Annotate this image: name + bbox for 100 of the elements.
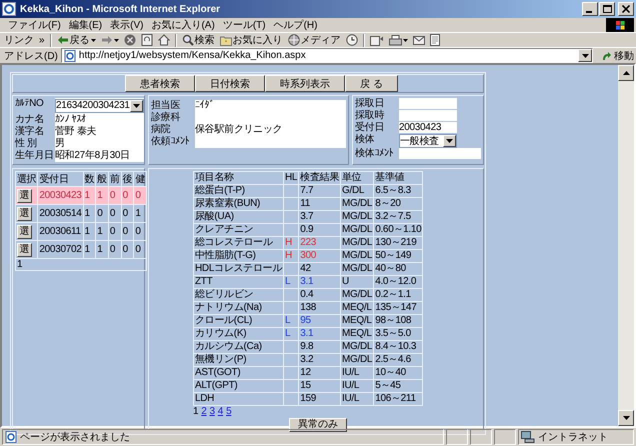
flag-cell [284, 366, 299, 380]
column-header: 選択 [16, 172, 38, 186]
nav-button[interactable]: 戻 る [345, 75, 398, 92]
flag-cell: L [284, 314, 299, 328]
text-field[interactable] [399, 98, 457, 109]
menu-item[interactable]: ツール(T) [218, 18, 270, 32]
abnormal-only-button[interactable]: 異常のみ [289, 418, 347, 432]
table-cell: 0 [108, 222, 122, 240]
nav-button[interactable]: 患者検索 [125, 75, 195, 92]
page-link[interactable]: 2 [201, 406, 207, 417]
text-field[interactable]: ﾆｲﾀﾞ [195, 100, 346, 112]
refresh-button[interactable] [140, 34, 153, 46]
print-button[interactable] [388, 34, 408, 46]
edit-button[interactable] [412, 34, 425, 46]
refresh-icon [140, 34, 153, 46]
field-label: 採取時 [355, 110, 386, 122]
text-field[interactable]: 保谷駅前クリニック [195, 124, 346, 136]
scrollbar[interactable] [618, 65, 634, 426]
search-button[interactable]: 検索 [182, 33, 215, 47]
table-cell: LDH [194, 392, 284, 406]
table-cell: MG/DL [340, 250, 374, 262]
table-cell: G/DL [340, 184, 374, 198]
table-cell: 106～211 [374, 392, 423, 406]
forward-button[interactable] [100, 35, 119, 45]
nav-button[interactable]: 日付検索 [195, 75, 265, 92]
favorites-button[interactable]: お気に入り [220, 33, 283, 47]
menu-item[interactable]: 表示(V) [106, 18, 148, 32]
minimize-button[interactable] [582, 2, 598, 16]
table-cell: クロール(CL) [194, 314, 284, 328]
window-title: Kekka_Kihon - Microsoft Internet Explorer [20, 4, 222, 14]
maximize-button[interactable] [599, 2, 615, 16]
flag-cell [284, 340, 299, 354]
text-field[interactable] [399, 148, 481, 159]
table-cell: 12 [298, 366, 341, 380]
table-cell: MG/DL [340, 236, 374, 250]
table-cell: 138 [298, 302, 341, 314]
status-text: ページが表示されました [20, 430, 130, 444]
menu-item[interactable]: ヘルプ(H) [270, 18, 322, 32]
clock-icon [346, 34, 358, 46]
table-cell: MG/DL [340, 354, 374, 366]
field-label: 生年月日 [15, 150, 55, 162]
page-link[interactable]: 3 [210, 406, 215, 417]
dropdown-button[interactable] [578, 49, 592, 62]
go-button[interactable]: 移動 [602, 48, 634, 62]
specimen-select[interactable]: 一般検査 [399, 134, 457, 148]
table-cell: 1 [83, 222, 96, 240]
field-value: 菅野 泰夫 [55, 126, 96, 137]
stop-button[interactable] [124, 34, 136, 46]
table-cell: 0 [134, 222, 147, 240]
page-link[interactable]: 4 [218, 406, 224, 417]
table-cell: 6.5～8.3 [374, 184, 423, 198]
forward-arrow-icon [100, 35, 113, 45]
table-cell: 11 [298, 198, 341, 210]
media-button[interactable]: メディア [288, 33, 341, 47]
field-label: 受付日 [355, 122, 386, 134]
close-button[interactable] [618, 2, 634, 16]
table-cell: 無機リン(P) [194, 354, 284, 366]
menu-item[interactable]: ファイル(F) [4, 18, 65, 32]
current-page: 1 [193, 406, 198, 417]
menu-item[interactable]: 編集(E) [64, 18, 106, 32]
text-field[interactable] [195, 136, 346, 148]
select-button[interactable]: 選 [17, 242, 32, 256]
flag-cell: H [284, 236, 299, 250]
page-button[interactable] [430, 34, 440, 46]
select-button[interactable]: 選 [17, 206, 32, 220]
table-cell: 0 [121, 204, 134, 222]
stop-icon [124, 34, 136, 46]
page-link[interactable]: 5 [226, 406, 232, 417]
text-field[interactable]: 20030423 [399, 122, 457, 133]
chevron[interactable]: » [39, 34, 45, 46]
flag-logo-icon [606, 18, 634, 32]
table-cell: U [340, 276, 374, 288]
column-header: HL [284, 172, 299, 184]
table-cell: 0.4 [298, 288, 341, 302]
home-button[interactable] [158, 34, 170, 46]
table-cell: 尿酸(UA) [194, 210, 284, 224]
table-cell: 130～219 [374, 236, 423, 250]
table-cell: 尿素窒素(BUN) [194, 198, 284, 210]
history-button[interactable] [346, 34, 358, 46]
folder-star-icon [220, 34, 232, 46]
table-cell: クレアチニン [194, 224, 284, 236]
record-number-select[interactable]: 21634200304231 [55, 99, 144, 113]
nav-button[interactable]: 時系列表示 [265, 75, 345, 92]
field-value: 昭和27年8月30日 [55, 150, 130, 161]
back-button[interactable]: 戻る [56, 33, 96, 47]
text-field[interactable] [399, 110, 457, 121]
table-cell: 40～80 [374, 262, 423, 276]
field-label: 採取日 [355, 98, 386, 110]
address-field[interactable]: http://netjoy1/websystem/Kensa/Kekka_Kihon.aspx [60, 48, 593, 63]
select-button[interactable]: 選 [17, 188, 32, 202]
caret-icon [132, 104, 140, 108]
menu-item[interactable]: お気に入り(A) [147, 18, 219, 32]
table-cell: IU/L [340, 380, 374, 392]
caret-icon [446, 139, 453, 143]
links-label[interactable]: リンク [4, 33, 34, 47]
page-number: 1 [16, 258, 147, 270]
dropdown-caret-icon [90, 38, 96, 42]
select-button[interactable]: 選 [17, 224, 32, 238]
table-cell: 3.5～5.0 [374, 328, 423, 340]
flag-cell: H [284, 250, 299, 262]
